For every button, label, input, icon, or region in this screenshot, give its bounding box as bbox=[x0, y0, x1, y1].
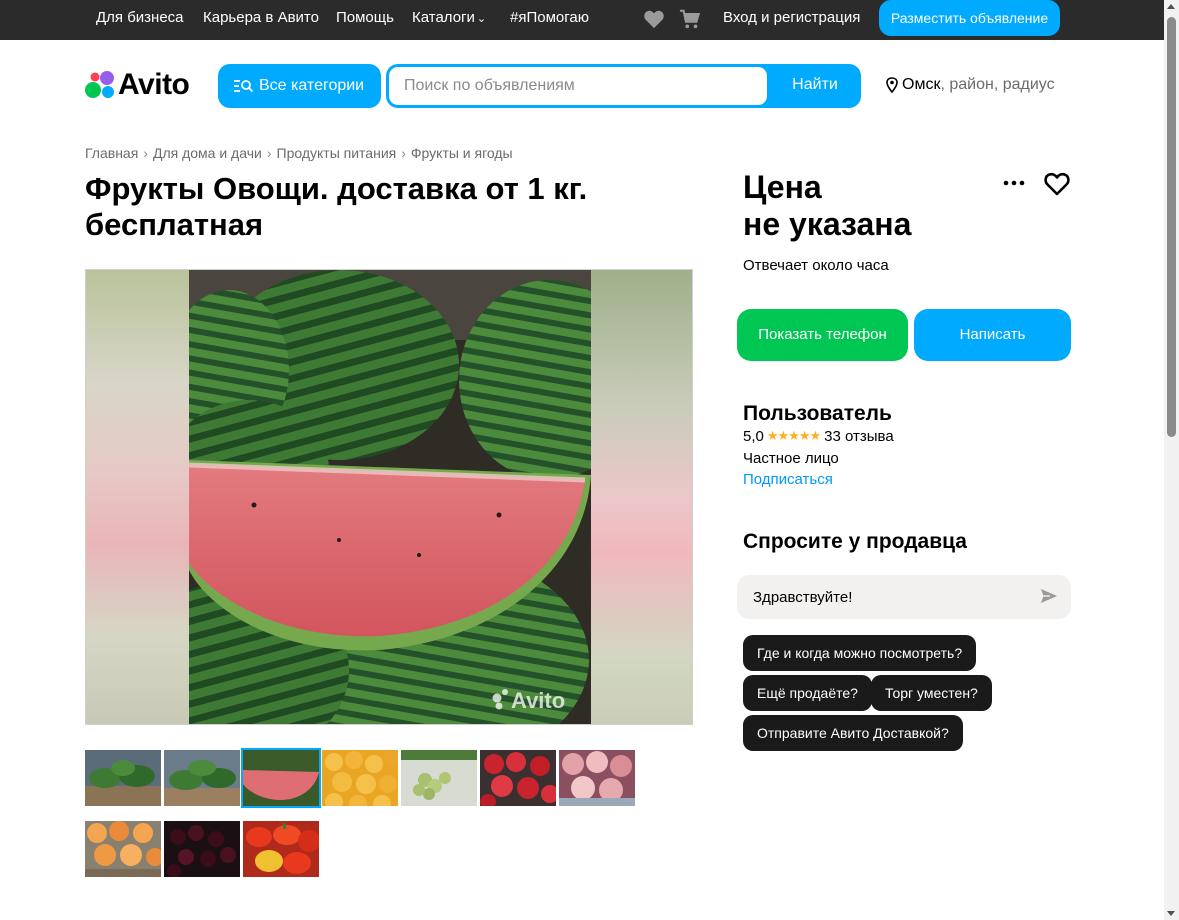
nav-link-help[interactable]: Помощь bbox=[336, 0, 394, 36]
listing-title: Фрукты Овощи. доставка от 1 кг. бесплатн… bbox=[85, 171, 588, 242]
watermelon-photo: Avito bbox=[189, 270, 591, 724]
breadcrumb-item[interactable]: Фрукты и ягоды bbox=[411, 145, 513, 161]
message-input[interactable] bbox=[737, 575, 1027, 619]
thumbnail[interactable] bbox=[322, 750, 398, 806]
quick-question-chip[interactable]: Отправите Авито Доставкой? bbox=[743, 715, 963, 751]
scroll-up-arrow-icon[interactable] bbox=[1167, 4, 1175, 9]
location-pin-icon bbox=[886, 77, 898, 93]
seller-reply-time: Отвечает около часа bbox=[743, 257, 889, 274]
ask-seller-heading: Спросите у продавца bbox=[743, 530, 967, 553]
avito-logo-text: Avito bbox=[118, 68, 190, 101]
add-to-favorites-heart-icon[interactable] bbox=[1043, 171, 1071, 197]
nav-link-business[interactable]: Для бизнеса bbox=[96, 0, 184, 36]
quick-question-chip[interactable]: Торг уместен? bbox=[871, 675, 992, 711]
seller-rating[interactable]: 5,0 ★★★★★ 33 отзыва bbox=[743, 428, 894, 446]
search-bar: Найти bbox=[386, 64, 861, 108]
nav-link-i-help[interactable]: #яПомогаю bbox=[510, 0, 589, 36]
scrollbar-thumb[interactable] bbox=[1167, 17, 1176, 437]
thumbnail[interactable] bbox=[85, 821, 161, 877]
main-photo[interactable]: Avito bbox=[85, 269, 693, 725]
quick-question-chip[interactable]: Ещё продаёте? bbox=[743, 675, 872, 711]
breadcrumb-item[interactable]: Для дома и дачи bbox=[153, 145, 262, 161]
price-line-1: Цена bbox=[743, 169, 822, 205]
show-phone-button[interactable]: Показать телефон bbox=[737, 309, 908, 361]
nav-link-career[interactable]: Карьера в Авито bbox=[203, 0, 319, 36]
breadcrumb-separator-icon: › bbox=[143, 145, 148, 161]
thumbnail[interactable] bbox=[480, 750, 556, 806]
subscribe-link[interactable]: Подписаться bbox=[743, 471, 833, 488]
login-link[interactable]: Вход и регистрация bbox=[723, 0, 860, 36]
top-navigation-bar: Для бизнеса Карьера в Авито Помощь Катал… bbox=[0, 0, 1164, 40]
location-extra: , район, радиус bbox=[940, 76, 1055, 93]
thumbnail-active[interactable] bbox=[241, 748, 321, 808]
all-categories-button[interactable]: Все категории bbox=[218, 64, 381, 108]
breadcrumb-separator-icon: › bbox=[401, 145, 406, 161]
reviews-count: 33 отзыва bbox=[824, 428, 894, 445]
thumbnail[interactable] bbox=[164, 821, 240, 877]
favorites-heart-icon[interactable] bbox=[643, 9, 665, 29]
breadcrumb-item[interactable]: Главная bbox=[85, 145, 138, 161]
breadcrumb: Главная › Для дома и дачи › Продукты питания… bbox=[85, 145, 513, 161]
more-options-icon[interactable] bbox=[1001, 176, 1027, 190]
thumbnail[interactable] bbox=[401, 750, 477, 806]
price: Цена не указана bbox=[743, 169, 983, 243]
post-ad-button[interactable]: Разместить объявление bbox=[879, 0, 1060, 36]
nav-link-catalogs[interactable]: Каталоги ⌄ bbox=[412, 0, 486, 36]
write-message-button[interactable]: Написать bbox=[914, 309, 1071, 361]
price-line-2: не указана bbox=[743, 206, 912, 242]
thumbnail[interactable] bbox=[85, 750, 161, 806]
scroll-down-arrow-icon[interactable] bbox=[1167, 911, 1175, 916]
rating-stars-icon: ★★★★★ bbox=[766, 428, 821, 443]
page-scrollbar[interactable] bbox=[1164, 0, 1179, 920]
photo-blur-left bbox=[86, 270, 189, 724]
quick-question-chip[interactable]: Где и когда можно посмотреть? bbox=[743, 635, 977, 671]
thumbnail[interactable] bbox=[164, 750, 240, 806]
photo-blur-right bbox=[591, 270, 692, 724]
rating-value: 5,0 bbox=[743, 428, 764, 445]
all-categories-label: Все категории bbox=[259, 77, 365, 94]
chevron-down-icon: ⌄ bbox=[476, 13, 487, 25]
avito-logo[interactable]: Avito bbox=[85, 68, 195, 102]
nav-link-catalogs-label: Каталоги bbox=[412, 9, 475, 26]
seller-type: Частное лицо bbox=[743, 450, 839, 467]
photo-watermark: Avito bbox=[511, 688, 565, 713]
avito-logo-dots-icon bbox=[85, 71, 114, 98]
cart-icon[interactable] bbox=[679, 8, 701, 30]
search-button[interactable]: Найти bbox=[769, 64, 861, 108]
seller-name[interactable]: Пользователь bbox=[743, 402, 892, 426]
breadcrumb-separator-icon: › bbox=[266, 145, 272, 161]
breadcrumb-item[interactable]: Продукты питания bbox=[277, 145, 397, 161]
thumbnail[interactable] bbox=[243, 821, 319, 877]
send-icon[interactable] bbox=[1040, 588, 1058, 604]
search-input[interactable] bbox=[389, 67, 767, 105]
categories-search-icon bbox=[234, 80, 254, 93]
location-city: Омск bbox=[902, 76, 941, 93]
thumbnail[interactable] bbox=[559, 750, 635, 806]
message-box bbox=[737, 575, 1071, 619]
